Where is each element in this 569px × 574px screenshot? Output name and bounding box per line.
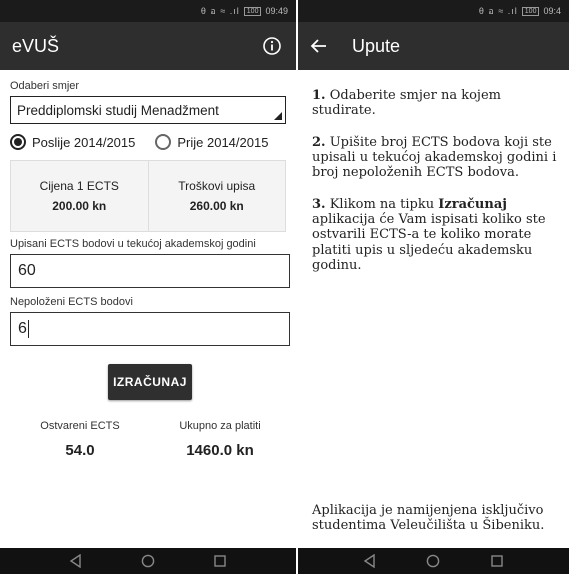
price-upis-value: 260.00 kn: [189, 199, 244, 213]
status-icons: θ อ ≈ .ıl: [478, 6, 518, 16]
smjer-dropdown[interactable]: Preddiplomski studij Menadžment: [10, 96, 286, 124]
price-upis-label: Troškovi upisa: [178, 179, 256, 193]
recents-square-icon[interactable]: [210, 551, 230, 571]
calculate-button[interactable]: IZRAČUNAJ: [108, 364, 192, 400]
instruction-step-1: 1. Odaberite smjer na kojem studirate.: [312, 88, 501, 119]
result-total: Ukupno za platiti 1460.0 kn: [150, 420, 290, 459]
smjer-label: Odaberi smjer: [10, 80, 80, 92]
status-time: 09:49: [265, 6, 288, 16]
status-bar: θ อ ≈ .ıl 100 09:4: [298, 0, 569, 22]
period-radio-group: Poslije 2014/2015 Prije 2014/2015: [10, 134, 286, 150]
calculator-screen: θ อ ≈ .ıl 100 09:49 eVUŠ Odaberi smjer P…: [0, 0, 296, 574]
nav-bar: [298, 548, 569, 574]
nepolozeni-label: Nepoloženi ECTS bodovi: [10, 296, 133, 308]
status-time: 09:4: [543, 6, 561, 16]
upisani-ects-input[interactable]: 60: [10, 254, 290, 288]
result-ects: Ostvareni ECTS 54.0: [10, 420, 150, 459]
status-bar: θ อ ≈ .ıl 100 09:49: [0, 0, 296, 22]
smjer-selected-value: Preddiplomski studij Menadžment: [17, 102, 219, 118]
price-cell-upis: Troškovi upisa 260.00 kn: [147, 161, 286, 231]
price-ects-label: Cijena 1 ECTS: [39, 179, 119, 193]
instruction-step-3: 3. Klikom na tipku Izračunaj aplikacija …: [312, 196, 546, 273]
recents-square-icon[interactable]: [487, 551, 507, 571]
text-cursor: [27, 320, 29, 338]
app-title: eVUŠ: [12, 35, 60, 56]
radio-checked-icon: [10, 134, 26, 150]
back-triangle-icon[interactable]: [66, 551, 86, 571]
app-bar: eVUŠ: [0, 22, 296, 70]
result-ects-label: Ostvareni ECTS: [40, 420, 120, 432]
battery-indicator: 100: [243, 6, 262, 16]
result-total-label: Ukupno za platiti: [179, 420, 261, 432]
dropdown-corner-icon: [274, 112, 282, 120]
back-triangle-icon[interactable]: [360, 551, 380, 571]
footer-note: Aplikacija je namijenjena isključivo stu…: [312, 502, 545, 534]
battery-indicator: 100: [521, 6, 540, 16]
back-arrow-icon[interactable]: [310, 32, 338, 60]
app-bar: Upute: [298, 22, 569, 70]
result-total-value: 1460.0 kn: [186, 442, 254, 459]
radio-unchecked-icon: [155, 134, 172, 150]
price-cell-ects: Cijena 1 ECTS 200.00 kn: [11, 161, 148, 231]
radio-poslije-label: Poslije 2014/2015: [32, 134, 136, 150]
radio-prije[interactable]: Prije 2014/2015: [155, 134, 268, 150]
home-circle-icon[interactable]: [423, 551, 443, 571]
home-circle-icon[interactable]: [138, 551, 158, 571]
screen-title: Upute: [352, 35, 401, 56]
radio-poslije[interactable]: Poslije 2014/2015: [10, 134, 135, 150]
radio-prije-label: Prije 2014/2015: [177, 134, 269, 150]
price-info-box: Cijena 1 ECTS 200.00 kn Troškovi upisa 2…: [10, 160, 286, 232]
results-row: Ostvareni ECTS 54.0 Ukupno za platiti 14…: [10, 420, 290, 459]
result-ects-value: 54.0: [65, 442, 95, 459]
instruction-step-2: 2. Upišite broj ECTS bodova koji ste upi…: [312, 134, 557, 181]
price-ects-value: 200.00 kn: [52, 199, 107, 213]
instructions-list: 1. Odaberite smjer na kojem studirate. 2…: [298, 70, 569, 273]
upisani-label: Upisani ECTS bodovi u tekućoj akademskoj…: [10, 238, 256, 250]
nepolozeni-ects-value: 6: [18, 320, 27, 337]
upisani-ects-value: 60: [18, 262, 36, 279]
instructions-screen: θ อ ≈ .ıl 100 09:4 Upute 1. Odaberite sm…: [298, 0, 569, 574]
status-icons: θ อ ≈ .ıl: [200, 6, 240, 16]
nav-bar: [0, 548, 296, 574]
nepolozeni-ects-input[interactable]: 6: [10, 312, 290, 346]
info-icon[interactable]: [260, 34, 284, 58]
